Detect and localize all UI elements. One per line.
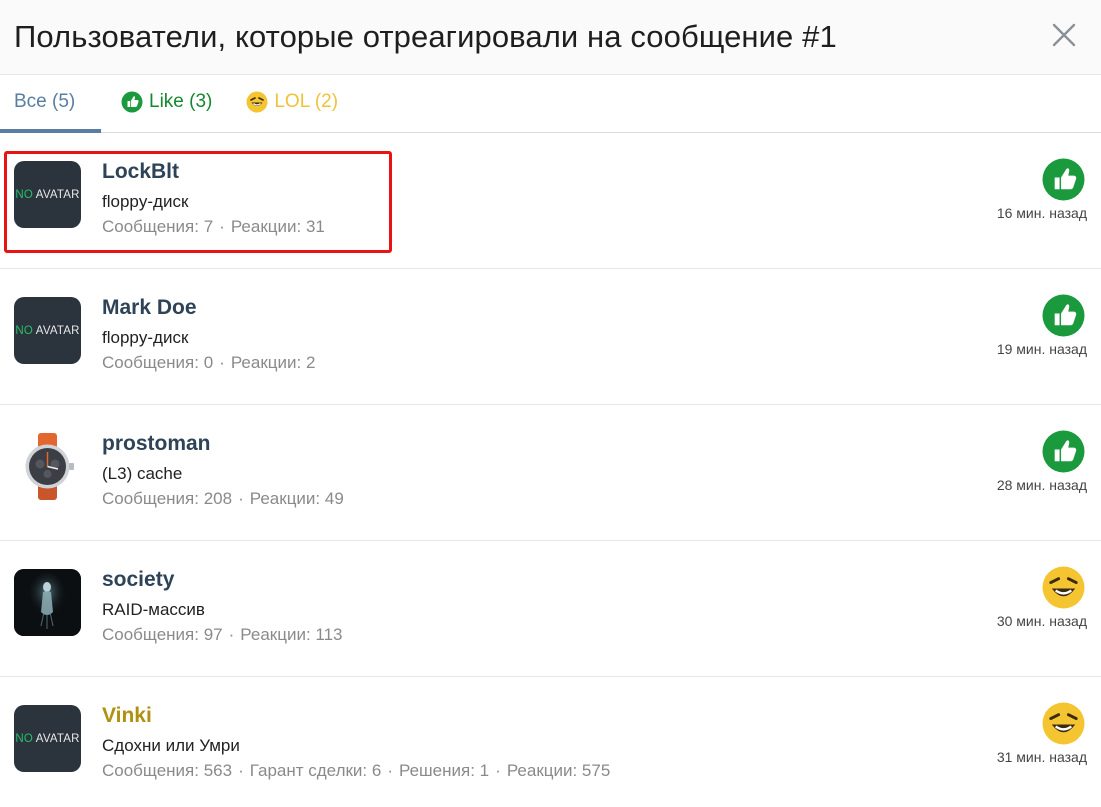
reaction-tabs: Все (5) Like (3) LOL (2): [0, 75, 1101, 133]
user-title: floppy-диск: [102, 328, 189, 347]
list-item: society RAID-массив Сообщения: 97 · Реакци…: [0, 541, 1101, 677]
list-item: NO AVATAR Vinki Сдохни или Умри Сообщени…: [0, 677, 1101, 807]
dialog-title: Пользователи, которые отреагировали на с…: [14, 19, 837, 54]
avatar[interactable]: NO AVATAR: [14, 297, 81, 364]
reaction-time: 30 мин. назад: [996, 613, 1087, 629]
user-stats: Сообщения: 7 · Реакции: 31: [102, 217, 325, 236]
tab-all[interactable]: Все (5): [0, 75, 101, 133]
user-stats: Сообщения: 0 · Реакции: 2: [102, 353, 316, 372]
user-title: RAID-массив: [102, 600, 205, 619]
user-title: (L3) cache: [102, 464, 183, 483]
avatar[interactable]: NO AVATAR: [14, 161, 81, 228]
list-item: NO AVATAR Mark Doe floppy-диск Сообщения…: [0, 269, 1101, 405]
avatar[interactable]: [14, 433, 81, 500]
user-title: floppy-диск: [102, 192, 189, 211]
avatar[interactable]: NO AVATAR: [14, 705, 81, 772]
username-link[interactable]: Mark Doe: [102, 296, 197, 320]
user-title: Сдохни или Умри: [102, 736, 240, 755]
list-item: NO AVATAR LockBlt floppy-диск Сообщения:…: [0, 133, 1101, 269]
user-stats: Сообщения: 208 · Реакции: 49: [102, 489, 344, 508]
lol-icon: [1042, 566, 1085, 609]
dialog-header: Пользователи, которые отреагировали на с…: [0, 0, 1101, 75]
username-link[interactable]: LockBlt: [102, 160, 179, 184]
avatar[interactable]: [14, 569, 81, 636]
lol-icon: [1042, 702, 1085, 745]
reaction-time: 31 мин. назад: [996, 749, 1087, 765]
tab-lol[interactable]: LOL (2): [232, 75, 352, 132]
ghost-image: [14, 569, 81, 636]
no-avatar-text: NO AVATAR: [15, 732, 80, 745]
user-stats: Сообщения: 97 · Реакции: 113: [102, 625, 343, 644]
tab-lol-label: LOL (2): [274, 90, 339, 112]
list-item: prostoman (L3) cache Сообщения: 208 · Реак…: [0, 405, 1101, 541]
reaction-time: 19 мин. назад: [996, 341, 1087, 357]
like-icon: [1042, 430, 1085, 473]
reactions-list: NO AVATAR LockBlt floppy-диск Сообщения:…: [0, 133, 1101, 807]
tab-like[interactable]: Like (3): [107, 75, 226, 132]
username-link[interactable]: society: [102, 568, 174, 592]
username-link[interactable]: Vinki: [102, 704, 152, 728]
reaction-time: 28 мин. назад: [996, 477, 1087, 493]
like-icon: [121, 91, 143, 112]
no-avatar-text: NO AVATAR: [15, 188, 80, 201]
user-stats: Сообщения: 563 · Гарант сделки: 6 · Решения:…: [102, 761, 611, 780]
like-icon: [1042, 158, 1085, 201]
reaction-time: 16 мин. назад: [996, 205, 1087, 221]
lol-icon: [246, 91, 268, 112]
watch-image: [25, 433, 74, 500]
tab-all-label: Все (5): [14, 90, 76, 112]
like-icon: [1042, 294, 1085, 337]
close-icon[interactable]: [1049, 20, 1079, 50]
tab-like-label: Like (3): [149, 90, 213, 112]
username-link[interactable]: prostoman: [102, 432, 211, 456]
no-avatar-text: NO AVATAR: [15, 324, 80, 337]
